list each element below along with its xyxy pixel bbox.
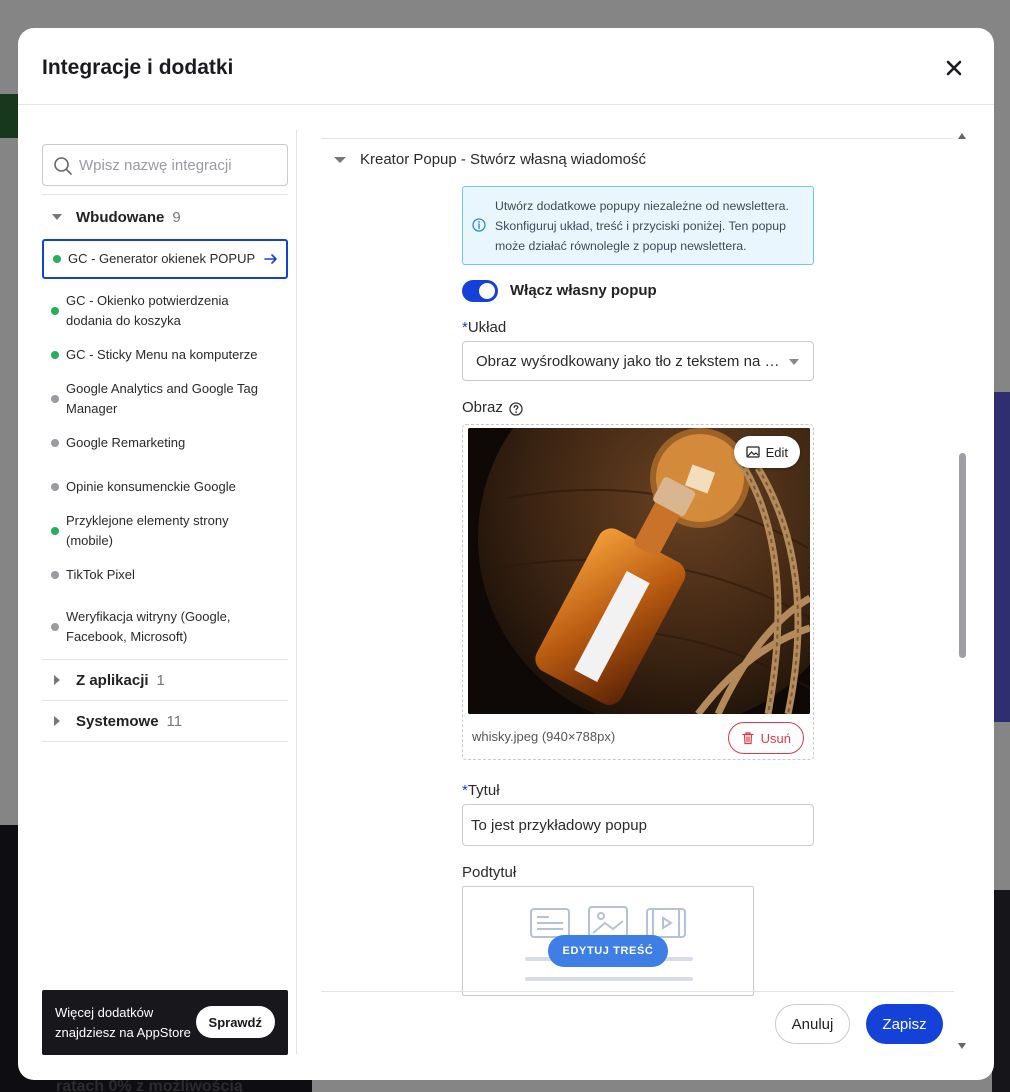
title-input[interactable] [462, 804, 814, 846]
toggle-label: Włącz własny popup [510, 282, 657, 299]
delete-image-button[interactable]: Usuń [727, 722, 804, 754]
status-dot-active [51, 351, 59, 359]
layout-label: *Układ [462, 319, 506, 336]
modal-header: Integracje i dodatki [18, 28, 994, 105]
sidebar-item-label: GC - Generator okienek POPUP [68, 251, 256, 266]
info-text: Utwórz dodatkowe popupy niezależne od ne… [495, 199, 789, 253]
info-icon [472, 218, 486, 232]
divider [42, 741, 288, 742]
sidebar-item-label: GC - Sticky Menu na komputerze [66, 347, 258, 362]
enable-popup-toggle[interactable] [462, 280, 498, 302]
status-dot-inactive [51, 623, 59, 631]
chevron-down-icon [334, 156, 346, 163]
group-label: Systemowe [76, 712, 159, 730]
close-icon [946, 60, 962, 76]
group-wbudowane[interactable]: Wbudowane 9 [42, 195, 288, 239]
group-label: Wbudowane [76, 208, 165, 226]
popup-image-preview: Edit [468, 428, 810, 714]
integrations-modal: Integracje i dodatki Wbudowane 9 GC - Ge… [18, 28, 994, 1080]
chevron-down-icon [789, 359, 799, 365]
integrations-sidebar: Wbudowane 9 GC - Generator okienek POPUP… [42, 144, 288, 742]
cancel-button[interactable]: Anuluj [775, 1004, 850, 1044]
help-icon[interactable] [509, 402, 523, 416]
sidebar-item-label: TikTok Pixel [66, 567, 135, 582]
subtitle-editor[interactable]: EDYTUJ TREŚĆ [462, 886, 754, 996]
divider [321, 138, 954, 139]
info-alert: Utwórz dodatkowe popupy niezależne od ne… [462, 186, 814, 265]
sidebar-item-label: GC - Okienko potwierdzenia dodania do ko… [66, 293, 229, 328]
sidebar-item-google-reviews[interactable]: Opinie konsumenckie Google [42, 455, 288, 519]
chevron-right-icon [54, 716, 60, 726]
chevron-right-icon [54, 675, 60, 685]
scroll-down-arrow[interactable] [958, 1043, 966, 1049]
trash-icon [742, 732, 754, 745]
whisky-photo [468, 428, 810, 714]
image-file-name: whisky.jpeg (940×788px) [472, 729, 616, 744]
appstore-text: Więcej dodatków znajdziesz na AppStore [55, 1005, 191, 1040]
sidebar-item-cart-confirmation[interactable]: GC - Okienko potwierdzenia dodania do ko… [42, 279, 288, 343]
sidebar-item-label: Opinie konsumenckie Google [66, 479, 236, 494]
search-box [42, 144, 288, 186]
sidebar-item-label: Weryfikacja witryny (Google, Facebook, M… [66, 609, 231, 644]
chevron-down-icon [52, 214, 62, 220]
image-label: Obraz [462, 399, 503, 416]
sidebar-item-google-remarketing[interactable]: Google Remarketing [42, 431, 288, 455]
group-label: Z aplikacji [76, 671, 149, 689]
title-label: *Tytuł [462, 782, 500, 799]
sidebar-item-popup-generator[interactable]: GC - Generator okienek POPUP [42, 239, 288, 279]
edit-content-button[interactable]: EDYTUJ TREŚĆ [548, 935, 668, 967]
sidebar-item-sticky-menu[interactable]: GC - Sticky Menu na komputerze [42, 343, 288, 367]
search-input[interactable] [79, 153, 279, 177]
section-title: Kreator Popup - Stwórz własną wiadomość [360, 151, 646, 168]
status-dot-active [51, 527, 59, 535]
footer-divider [321, 991, 954, 992]
scroll-up-arrow[interactable] [958, 133, 966, 139]
status-dot-inactive [51, 395, 59, 403]
status-dot-active [53, 255, 61, 263]
sidebar-item-site-verification[interactable]: Weryfikacja witryny (Google, Facebook, M… [42, 607, 288, 647]
scrollbar-thumb[interactable] [959, 453, 966, 658]
status-dot-inactive [51, 439, 59, 447]
title-label-text: Tytuł [467, 782, 500, 799]
sidebar-item-google-analytics[interactable]: Google Analytics and Google Tag Manager [42, 367, 288, 431]
sidebar-item-tiktok-pixel[interactable]: TikTok Pixel [42, 543, 288, 607]
image-upload-box: Edit whisky.jpeg (940×788px) Usuń [462, 424, 814, 760]
appstore-check-button[interactable]: Sprawdź [195, 1006, 275, 1038]
close-button[interactable] [942, 56, 966, 80]
image-edit-icon [745, 446, 760, 458]
sidebar-item-label: Google Remarketing [66, 435, 186, 450]
appstore-banner: Więcej dodatków znajdziesz na AppStore S… [42, 990, 288, 1055]
panel-divider [296, 130, 297, 1054]
group-z-aplikacji[interactable]: Z aplikacji 1 [42, 660, 288, 700]
sidebar-item-label: Google Analytics and Google Tag Manager [66, 381, 259, 416]
group-count: 1 [156, 671, 165, 689]
layout-select[interactable]: Obraz wyśrodkowany jako tło z tekstem na… [462, 341, 814, 381]
status-dot-inactive [51, 483, 59, 491]
subtitle-label: Podtytuł [462, 864, 517, 881]
save-button[interactable]: Zapisz [866, 1004, 943, 1044]
group-count: 9 [172, 208, 181, 226]
group-systemowe[interactable]: Systemowe 11 [42, 701, 288, 741]
delete-label: Usuń [760, 730, 791, 746]
arrow-right-icon [264, 254, 277, 264]
edit-label: Edit [765, 444, 788, 460]
section-popup-creator[interactable]: Kreator Popup - Stwórz własną wiadomość [334, 151, 646, 168]
sidebar-item-sticky-mobile[interactable]: Przyklejone elementy strony (mobile) [42, 513, 288, 548]
status-dot-inactive [51, 571, 59, 579]
layout-label-text: Układ [467, 319, 507, 336]
status-dot-active [51, 307, 59, 315]
edit-image-button[interactable]: Edit [733, 436, 800, 468]
group-count: 11 [166, 712, 183, 730]
layout-select-value: Obraz wyśrodkowany jako tło z tekstem na… [476, 353, 786, 370]
search-icon [54, 157, 72, 175]
modal-title: Integracje i dodatki [42, 56, 234, 79]
